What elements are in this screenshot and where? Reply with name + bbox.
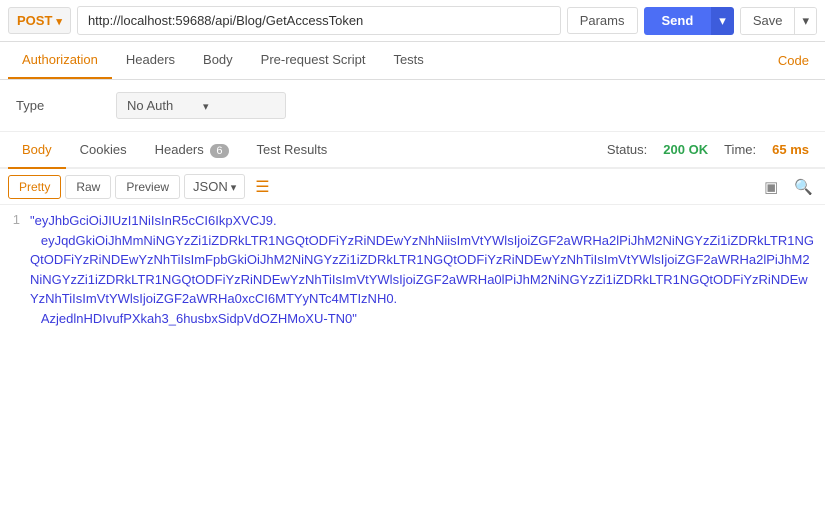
headers-badge: 6 bbox=[210, 144, 228, 158]
resp-tab-headers[interactable]: Headers 6 bbox=[141, 132, 243, 169]
format-value: JSON bbox=[193, 179, 228, 194]
auth-select-chevron-icon bbox=[203, 98, 275, 113]
save-dropdown-icon: ▾ bbox=[802, 13, 809, 28]
status-time: 65 ms bbox=[772, 142, 809, 157]
params-button[interactable]: Params bbox=[567, 7, 638, 34]
search-button[interactable]: 🔍 bbox=[790, 176, 817, 198]
raw-button[interactable]: Raw bbox=[65, 175, 111, 199]
copy-button[interactable]: ▣ bbox=[760, 176, 782, 198]
save-button[interactable]: Save bbox=[741, 8, 795, 34]
tab-headers[interactable]: Headers bbox=[112, 42, 189, 79]
format-chevron-icon bbox=[231, 179, 237, 194]
auth-type-label: Type bbox=[16, 98, 116, 113]
save-dropdown-button[interactable]: ▾ bbox=[794, 8, 816, 34]
format-select[interactable]: JSON bbox=[184, 174, 245, 199]
auth-type-select[interactable]: No Auth bbox=[116, 92, 286, 119]
response-tabs-row: Body Cookies Headers 6 Test Results Stat… bbox=[0, 132, 825, 169]
method-dropdown[interactable]: POST bbox=[8, 7, 71, 34]
status-code: 200 OK bbox=[663, 142, 708, 157]
code-link[interactable]: Code bbox=[770, 43, 817, 78]
tab-body[interactable]: Body bbox=[189, 42, 247, 79]
status-label: Status: bbox=[607, 142, 647, 157]
response-body: 1 "eyJhbGciOiJIUzI1NiIsInR5cCI6IkpXVCJ9.… bbox=[0, 205, 825, 514]
url-input[interactable] bbox=[77, 6, 561, 35]
top-bar: POST Params Send ▾ Save ▾ bbox=[0, 0, 825, 42]
resp-tab-body[interactable]: Body bbox=[8, 132, 66, 169]
preview-button[interactable]: Preview bbox=[115, 175, 180, 199]
auth-section: Type No Auth bbox=[0, 80, 825, 132]
tab-prerequest[interactable]: Pre-request Script bbox=[247, 42, 380, 79]
send-btn-group: Send ▾ bbox=[644, 7, 734, 35]
wrap-icon[interactable]: ☰ bbox=[255, 177, 269, 197]
auth-selected-value: No Auth bbox=[127, 98, 199, 113]
tab-authorization[interactable]: Authorization bbox=[8, 42, 112, 79]
tab-tests[interactable]: Tests bbox=[379, 42, 437, 79]
request-tabs-row: Authorization Headers Body Pre-request S… bbox=[0, 42, 825, 80]
pretty-button[interactable]: Pretty bbox=[8, 175, 61, 199]
send-dropdown-icon: ▾ bbox=[719, 13, 726, 28]
send-dropdown-button[interactable]: ▾ bbox=[711, 7, 734, 35]
method-label: POST bbox=[17, 13, 52, 28]
toolbar-icons: ▣ 🔍 bbox=[760, 176, 817, 198]
resp-tab-cookies[interactable]: Cookies bbox=[66, 132, 141, 169]
token-value: "eyJhbGciOiJIUzI1NiIsInR5cCI6IkpXVCJ9. e… bbox=[30, 211, 825, 328]
line-number: 1 bbox=[0, 211, 30, 328]
code-line-1: 1 "eyJhbGciOiJIUzI1NiIsInR5cCI6IkpXVCJ9.… bbox=[0, 211, 825, 328]
send-button[interactable]: Send bbox=[644, 7, 712, 35]
response-toolbar: Pretty Raw Preview JSON ☰ ▣ 🔍 bbox=[0, 169, 825, 205]
status-info: Status: 200 OK Time: 65 ms bbox=[607, 142, 817, 157]
save-btn-group: Save ▾ bbox=[740, 7, 817, 35]
time-label: Time: bbox=[724, 142, 756, 157]
resp-tab-testresults[interactable]: Test Results bbox=[243, 132, 342, 169]
method-chevron-icon bbox=[56, 13, 62, 28]
